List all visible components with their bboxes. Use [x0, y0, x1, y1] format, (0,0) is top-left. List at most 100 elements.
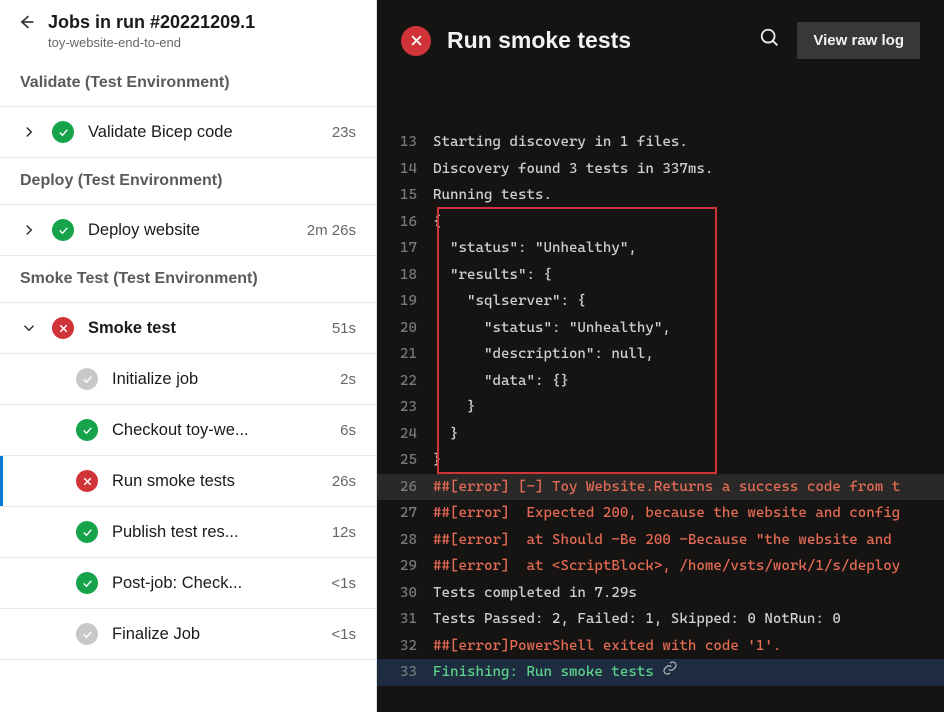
log-line-number: 29 [377, 553, 433, 580]
log-line: 24 } [377, 421, 944, 448]
status-skipped-icon [76, 368, 98, 390]
step-row[interactable]: Run smoke tests26s [0, 456, 376, 507]
status-success-icon [76, 521, 98, 543]
job-name: Smoke test [88, 319, 318, 338]
status-success-icon [76, 572, 98, 594]
left-header: Jobs in run #20221209.1 toy-website-end-… [0, 0, 376, 60]
log-line: 27##[error] Expected 200, because the we… [377, 500, 944, 527]
jobs-panel: Jobs in run #20221209.1 toy-website-end-… [0, 0, 377, 712]
log-line: 19 "sqlserver": { [377, 288, 944, 315]
log-line: 33Finishing: Run smoke tests [377, 659, 944, 686]
log-panel: Run smoke tests View raw log 13Starting … [377, 0, 944, 712]
log-line-text: Running tests. [433, 182, 552, 209]
log-line-number: 28 [377, 527, 433, 554]
log-line-text: "results": { [433, 262, 552, 289]
log-line: 28##[error] at Should -Be 200 -Because "… [377, 527, 944, 554]
log-line-text: Finishing: Run smoke tests [433, 659, 654, 686]
log-line: 26##[error] [-] Toy Website.Returns a su… [377, 474, 944, 501]
step-name: Finalize Job [112, 625, 317, 644]
log-line-number: 33 [377, 659, 433, 686]
job-row[interactable]: Validate Bicep code 23s [0, 107, 376, 158]
view-raw-log-button[interactable]: View raw log [797, 22, 920, 59]
log-line-number: 32 [377, 633, 433, 660]
log-line: 22 "data": {} [377, 368, 944, 395]
log-line: 29##[error] at <ScriptBlock>, /home/vsts… [377, 553, 944, 580]
step-row[interactable]: Checkout toy-we... 6s [0, 405, 376, 456]
log-line-text: ##[error] at Should -Be 200 -Because "th… [433, 527, 900, 554]
status-failed-icon [401, 26, 431, 56]
status-skipped-icon [76, 623, 98, 645]
log-line-number: 25 [377, 447, 433, 474]
log-line-number: 14 [377, 156, 433, 183]
log-line-text: } [433, 447, 442, 474]
step-name: Initialize job [112, 370, 326, 389]
log-line-number: 27 [377, 500, 433, 527]
log-line: 32##[error]PowerShell exited with code '… [377, 633, 944, 660]
run-title: Jobs in run #20221209.1 [48, 12, 255, 33]
log-line-text: ##[error] [-] Toy Website.Returns a succ… [433, 474, 900, 501]
step-row[interactable]: Initialize job 2s [0, 354, 376, 405]
log-line: 15Running tests. [377, 182, 944, 209]
step-duration: 12s [332, 524, 356, 541]
log-line-text: "sqlserver": { [433, 288, 586, 315]
log-line: 23 } [377, 394, 944, 421]
job-duration: 23s [332, 124, 356, 141]
step-duration: <1s [331, 575, 356, 592]
log-line-text: } [433, 421, 459, 448]
log-line-text: } [433, 394, 475, 421]
log-line-number: 21 [377, 341, 433, 368]
log-line-number: 22 [377, 368, 433, 395]
step-row[interactable]: Finalize Job <1s [0, 609, 376, 660]
log-line: 25} [377, 447, 944, 474]
log-line-text: "status": "Unhealthy", [433, 235, 637, 262]
stage-header: Smoke Test (Test Environment) [0, 256, 376, 303]
step-duration: <1s [331, 626, 356, 643]
status-failed-icon [76, 470, 98, 492]
search-icon[interactable] [759, 27, 781, 54]
log-line-text: ##[error]PowerShell exited with code '1'… [433, 633, 781, 660]
step-name: Checkout toy-we... [112, 421, 326, 440]
chevron-right-icon[interactable] [20, 123, 38, 141]
step-row[interactable]: Publish test res... 12s [0, 507, 376, 558]
log-line-number: 20 [377, 315, 433, 342]
log-line: 13Starting discovery in 1 files. [377, 129, 944, 156]
log-line: 20 "status": "Unhealthy", [377, 315, 944, 342]
log-line-text: "status": "Unhealthy", [433, 315, 671, 342]
chevron-down-icon[interactable] [20, 319, 38, 337]
step-duration: 6s [340, 422, 356, 439]
log-line: 30Tests completed in 7.29s [377, 580, 944, 607]
log-area[interactable]: 13Starting discovery in 1 files.14Discov… [377, 81, 944, 712]
stage-header: Validate (Test Environment) [0, 60, 376, 107]
job-name: Deploy website [88, 221, 293, 240]
log-line-text: Tests Passed: 2, Failed: 1, Skipped: 0 N… [433, 606, 841, 633]
log-line-text: Starting discovery in 1 files. [433, 129, 688, 156]
log-line-number: 19 [377, 288, 433, 315]
log-line: 17 "status": "Unhealthy", [377, 235, 944, 262]
log-step-title: Run smoke tests [447, 27, 743, 54]
log-line-number: 31 [377, 606, 433, 633]
log-line: 31Tests Passed: 2, Failed: 1, Skipped: 0… [377, 606, 944, 633]
step-name: Publish test res... [112, 523, 318, 542]
job-row[interactable]: Deploy website2m 26s [0, 205, 376, 256]
log-line-number: 17 [377, 235, 433, 262]
log-line-number: 13 [377, 129, 433, 156]
job-row[interactable]: Smoke test 51s [0, 303, 376, 354]
job-duration: 51s [332, 320, 356, 337]
log-line: 21 "description": null, [377, 341, 944, 368]
back-arrow-icon[interactable] [16, 12, 36, 37]
chevron-right-icon[interactable] [20, 221, 38, 239]
step-duration: 2s [340, 371, 356, 388]
status-success-icon [76, 419, 98, 441]
stage-header: Deploy (Test Environment) [0, 158, 376, 205]
log-line-number: 18 [377, 262, 433, 289]
job-name: Validate Bicep code [88, 123, 318, 142]
log-line-number: 26 [377, 474, 433, 501]
step-row[interactable]: Post-job: Check...<1s [0, 558, 376, 609]
log-line-number: 23 [377, 394, 433, 421]
log-line: 18 "results": { [377, 262, 944, 289]
log-line-text: { [433, 209, 442, 236]
log-line-number: 30 [377, 580, 433, 607]
log-line: 16{ [377, 209, 944, 236]
link-icon[interactable] [662, 659, 678, 686]
status-success-icon [52, 121, 74, 143]
